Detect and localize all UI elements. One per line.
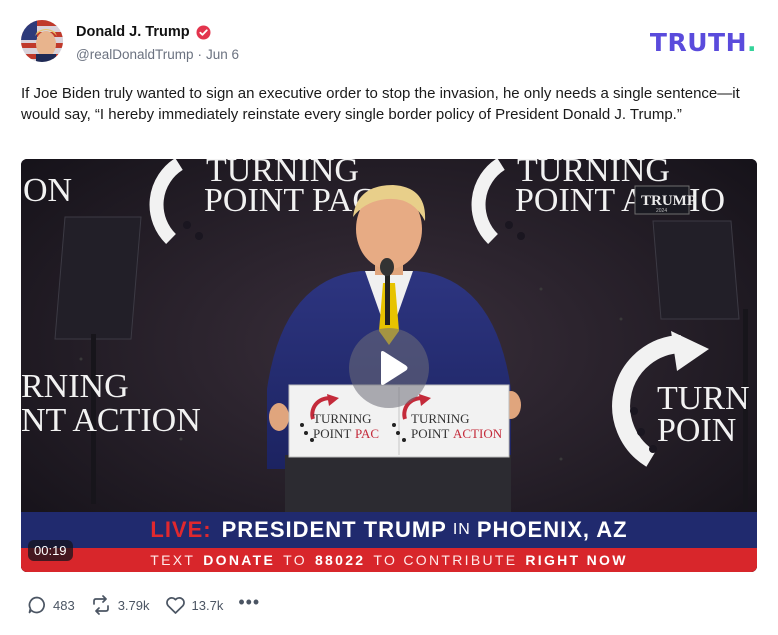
play-button[interactable] [349,328,429,408]
wall-left-text2: NT ACTION [21,402,201,439]
podium-left-text2a: POINT [313,426,351,441]
wall-right-text2: POIN [657,412,736,449]
headline-in: IN [452,521,471,538]
live-label: LIVE: [150,517,212,542]
sub-text-4: 88022 [314,552,366,568]
headline-part-a: PRESIDENT TRUMP [221,517,447,542]
reply-icon [28,596,45,614]
truth-logo-dot: . [747,28,757,57]
sub-text-2: DONATE [203,552,276,568]
reply-button[interactable]: 483 [27,595,75,615]
trump-logo-text: TRUMP [641,193,696,209]
truth-logo-text: TRUTH [649,28,747,57]
podium-left-text1: TURNING [313,411,372,426]
author-name[interactable]: Donald J. Trump [76,24,190,40]
verified-badge-icon [196,25,211,40]
post-text: If Joe Biden truly wanted to sign an exe… [21,85,740,123]
banner-far-left-text: ON [23,172,72,209]
sub-text-6: RIGHT NOW [525,552,628,568]
podium-right-text2a: POINT [411,426,449,441]
heart-icon [165,596,185,614]
sub-text-5: TO CONTRIBUTE [373,552,518,568]
podium-right-text1: TURNING [411,411,470,426]
retruth-icon [92,595,109,615]
wall-left-text1: RNING [21,368,129,405]
truth-logo[interactable]: TRUTH. [650,28,757,57]
like-count: 13.7k [191,597,224,613]
post-date[interactable]: Jun 6 [206,47,239,62]
separator-dot: · [197,47,203,62]
trump-logo-year: 2024 [656,208,667,214]
retruth-button[interactable]: 3.79k [90,595,150,615]
retruth-count: 3.79k [117,597,150,613]
author-handle[interactable]: @realDonaldTrump [76,47,194,62]
post-actions: 483 3.79k 13.7k ••• [27,592,260,616]
banner-tl-text2: POINT PAC [204,182,375,219]
reply-count: 483 [53,597,75,613]
avatar[interactable] [21,20,63,62]
sub-text-3: TO [283,552,307,568]
video-duration: 00:19 [28,540,73,561]
podium-right-text2b: ACTION [453,426,503,441]
play-icon [381,351,408,385]
video-player[interactable]: TURNING POINT PAC ON TURNING POINT ACTIO… [21,159,757,572]
lower-third-banner: LIVE: PRESIDENT TRUMP IN PHOENIX, AZ TEX… [21,512,757,572]
post-header: Donald J. Trump @realDonaldTrump · Jun 6 T… [21,20,757,66]
more-options-icon[interactable]: ••• [238,592,260,613]
headline-part-b: PHOENIX, AZ [476,517,628,542]
like-button[interactable]: 13.7k [165,596,224,615]
sub-text-1: TEXT [150,552,196,568]
podium-left-text2b: PAC [355,426,379,441]
trump-2024-logo: TRUMP 2024 [634,185,696,215]
